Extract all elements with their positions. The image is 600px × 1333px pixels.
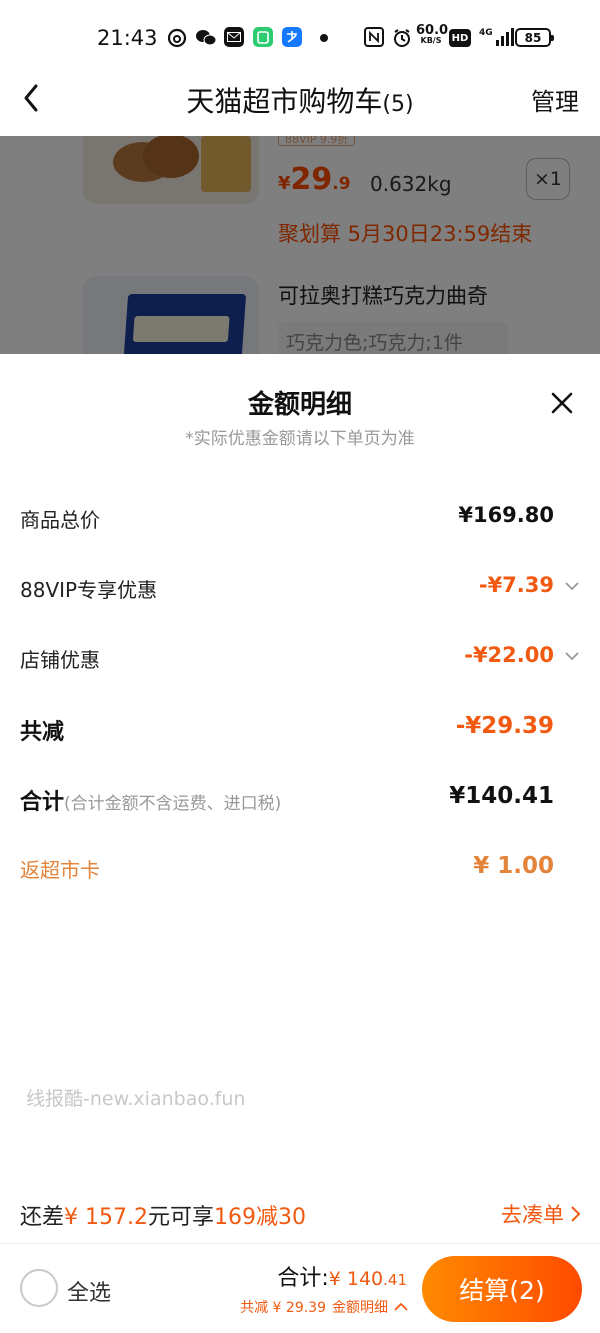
- close-icon[interactable]: [547, 388, 577, 418]
- detail-row-cashback: 返超市卡 ¥ 1.00: [20, 848, 580, 888]
- status-bar: 21:43 60.0 KB/S HD 4G 85: [0, 0, 600, 76]
- nav-header: 天猫超市购物车(5) 管理: [0, 66, 600, 136]
- watermark: 线报酷-new.xianbao.fun: [26, 1088, 246, 1110]
- battery-level: 85: [524, 30, 542, 45]
- add-items-link[interactable]: 去凑单: [501, 1199, 582, 1229]
- promo-prefix: 还差: [20, 1205, 65, 1230]
- mail-icon: [224, 27, 244, 47]
- page-title: 天猫超市购物车(5): [0, 80, 600, 120]
- discount-summary: 共减 ¥ 29.39: [240, 1300, 326, 1316]
- status-time: 21:43: [97, 26, 158, 50]
- modal-overlay[interactable]: [0, 136, 600, 354]
- promo-banner: 还差¥ 157.2元可享169减30 去凑单: [20, 1196, 582, 1230]
- row-value: ¥169.80: [458, 503, 554, 527]
- row-label: 商品总价: [20, 508, 100, 532]
- select-all-label[interactable]: 全选: [67, 1275, 111, 1307]
- promo-deal: 169减30: [214, 1205, 307, 1230]
- bottom-bar: 全选 合计:¥ 140.41 共减 ¥ 29.39 金额明细 结算(2): [0, 1243, 600, 1333]
- notification-dot-icon: [320, 34, 328, 42]
- nfc-icon: [364, 27, 384, 47]
- network-speed: 60.0 KB/S: [416, 24, 448, 45]
- manage-button[interactable]: 管理: [531, 82, 579, 117]
- row-label: 返超市卡: [20, 858, 100, 882]
- row-label-text: 合计: [20, 790, 65, 815]
- alarm-icon: [391, 27, 413, 49]
- promo-amount: ¥ 157.2: [64, 1205, 148, 1230]
- network-speed-unit: KB/S: [420, 36, 442, 45]
- row-note: (合计金额不含运费、进口税): [64, 794, 282, 814]
- amount-detail-sheet: 金额明细 *实际优惠金额请以下单页为准 商品总价 ¥169.80 88VIP专享…: [0, 354, 600, 1244]
- hd-icon: HD: [449, 29, 471, 47]
- total-symbol: ¥: [328, 1268, 347, 1290]
- detail-row-store-discount[interactable]: 店铺优惠 -¥22.00: [20, 638, 580, 678]
- page-title-text: 天猫超市购物车: [186, 85, 383, 118]
- app-green-icon: [253, 27, 273, 47]
- sheet-subtitle: *实际优惠金额请以下单页为准: [185, 429, 415, 449]
- promo-text: 还差¥ 157.2元可享169减30: [20, 1199, 306, 1231]
- row-value: -¥29.39: [455, 713, 554, 739]
- row-label: 88VIP专享优惠: [20, 578, 158, 602]
- sheet-title: 金额明细: [247, 390, 352, 420]
- add-items-label: 去凑单: [501, 1203, 564, 1227]
- chevron-down-icon[interactable]: [564, 648, 580, 664]
- row-value: -¥22.00: [464, 643, 554, 667]
- total-amount: 合计:¥ 140.41: [277, 1260, 407, 1292]
- row-value: ¥ 1.00: [473, 853, 554, 879]
- network-type: 4G: [479, 28, 493, 38]
- detail-row-total-discount: 共减 -¥29.39: [20, 708, 580, 748]
- wechat-icon: [195, 27, 217, 49]
- signal-icon: 4G: [479, 28, 514, 46]
- chevron-up-icon: [394, 1302, 408, 1311]
- chevron-down-icon[interactable]: [564, 578, 580, 594]
- total-int: 140: [346, 1268, 384, 1290]
- row-label: 店铺优惠: [20, 648, 100, 672]
- promo-middle: 元可享: [148, 1205, 215, 1230]
- row-label: 合计(合计金额不含运费、进口税): [20, 784, 281, 816]
- detail-row-total: 合计(合计金额不含运费、进口税) ¥140.41: [20, 778, 580, 818]
- amount-detail-label: 金额明细: [332, 1300, 388, 1316]
- select-all-checkbox[interactable]: [20, 1269, 58, 1307]
- chevron-right-icon: [571, 1206, 581, 1222]
- checkout-button[interactable]: 结算(2): [422, 1256, 582, 1322]
- total-label: 合计:: [277, 1266, 329, 1291]
- cart-count: (5): [382, 92, 414, 117]
- amount-detail-toggle[interactable]: 共减 ¥ 29.39 金额明细: [240, 1297, 408, 1317]
- total-dec: .41: [383, 1271, 407, 1289]
- row-value: ¥140.41: [449, 783, 554, 809]
- row-label: 共减: [20, 720, 65, 745]
- detail-row-vip-discount[interactable]: 88VIP专享优惠 -¥7.39: [20, 568, 580, 608]
- detail-row-subtotal: 商品总价 ¥169.80: [20, 498, 580, 538]
- row-value: -¥7.39: [478, 573, 554, 597]
- battery-icon: 85: [515, 28, 554, 47]
- alipay-icon: [282, 27, 302, 47]
- netease-music-icon: [166, 27, 188, 49]
